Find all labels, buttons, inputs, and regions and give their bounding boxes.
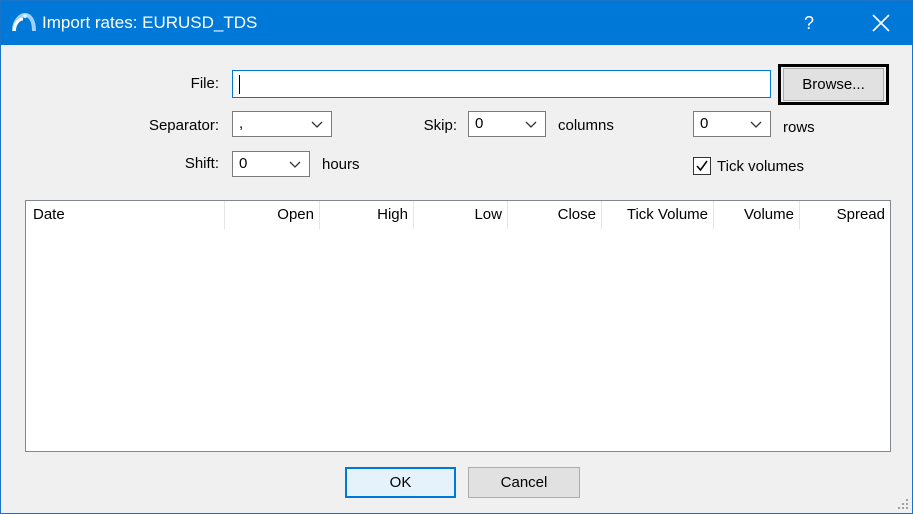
skip-rows-unit: rows [783,119,815,136]
column-header-date[interactable]: Date [26,201,225,229]
resize-grip-icon[interactable] [897,498,909,510]
shift-hours-value: 0 [239,155,248,172]
window-title: Import rates: EURUSD_TDS [42,13,258,32]
close-button[interactable] [853,1,909,45]
text-caret [239,75,240,94]
file-label: File: [190,75,219,92]
skip-rows-value: 0 [700,115,709,132]
title-bar[interactable]: Import rates: EURUSD_TDS ? [1,1,912,45]
chevron-down-icon [750,121,762,128]
file-path-input[interactable] [232,70,771,98]
separator-select[interactable]: , [232,111,332,137]
cancel-button-label: Cancel [500,474,548,491]
column-header-tick-volume[interactable]: Tick Volume [602,201,714,229]
cancel-button[interactable]: Cancel [468,467,580,498]
chevron-down-icon [525,121,537,128]
skip-columns-unit: columns [558,117,614,134]
separator-label: Separator: [148,117,219,134]
shift-hours-unit: hours [322,156,360,173]
browse-button-label: Browse... [802,76,865,93]
rates-table[interactable]: Date Open High Low Close Tick Volume Vol… [25,200,891,452]
tick-volumes-label[interactable]: Tick volumes [717,158,804,175]
column-header-spread[interactable]: Spread [800,201,890,229]
separator-value: , [239,115,244,132]
close-icon [872,14,890,32]
column-header-volume[interactable]: Volume [714,201,800,229]
shift-label: Shift: [184,155,219,172]
column-header-high[interactable]: High [320,201,414,229]
column-header-low[interactable]: Low [414,201,508,229]
column-header-open[interactable]: Open [225,201,320,229]
chevron-down-icon [289,161,301,168]
browse-button[interactable]: Browse... [783,68,884,101]
help-icon: ? [803,13,814,33]
metatrader-logo-icon [11,11,37,35]
skip-label: Skip: [423,117,457,134]
ok-button[interactable]: OK [345,467,456,498]
skip-rows-select[interactable]: 0 [693,111,771,137]
skip-columns-value: 0 [475,115,484,132]
skip-columns-select[interactable]: 0 [468,111,546,137]
ok-button-label: OK [389,474,412,491]
import-rates-dialog: Import rates: EURUSD_TDS ? File: Browse.… [0,0,913,514]
shift-hours-select[interactable]: 0 [232,151,310,177]
help-button[interactable]: ? [781,1,837,45]
checkmark-icon [696,160,708,172]
chevron-down-icon [311,121,323,128]
tick-volumes-checkbox[interactable] [693,157,711,175]
column-header-close[interactable]: Close [508,201,602,229]
